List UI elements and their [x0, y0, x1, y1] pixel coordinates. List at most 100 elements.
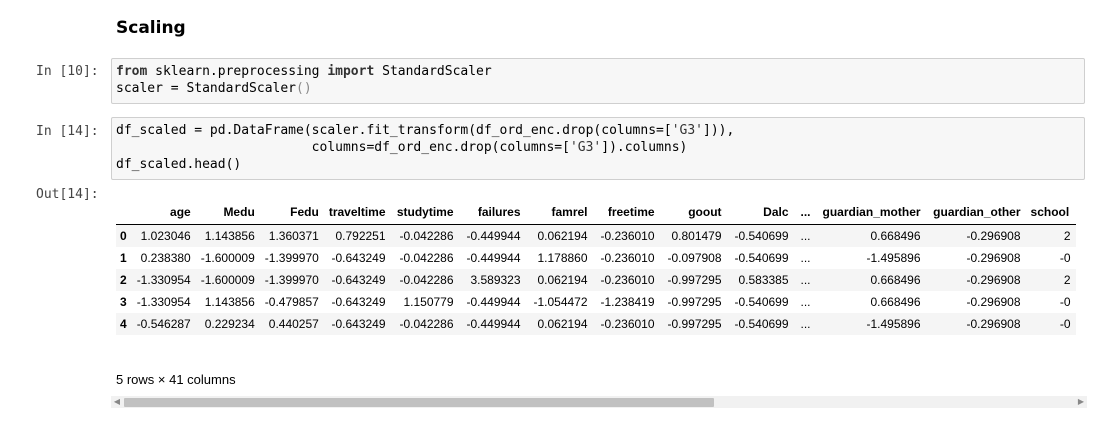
- table-cell: -1.600009: [200, 251, 255, 265]
- table-cell: 0.229234: [204, 317, 255, 331]
- column-header: failures: [458, 200, 526, 225]
- code-token: columns=df_ord_enc.drop(columns=[: [116, 140, 570, 155]
- table-cell: 2: [1063, 273, 1071, 287]
- column-header: Fedu: [259, 200, 324, 225]
- table-cell: ...: [800, 317, 811, 331]
- code-line: df_scaled = pd.DataFrame(scaler.fit_tran…: [116, 122, 1080, 139]
- code-token: scaler = StandardScaler: [116, 81, 297, 96]
- table-cell: 0.668496: [870, 229, 921, 243]
- table-row: 3 -1.330954 1.143856 -0.479857 -0.643249 1.15…: [116, 291, 1076, 313]
- table-cell: 0.801479: [671, 229, 722, 243]
- table-cell: 0.440257: [268, 317, 319, 331]
- table-cell: 1.360371: [268, 229, 319, 243]
- table-cell: -0: [1059, 251, 1071, 265]
- table-cell: -0: [1059, 295, 1071, 309]
- table-cell: -1.330954: [136, 273, 191, 287]
- table-cell: 3.589323: [470, 273, 521, 287]
- table-cell: ...: [800, 295, 811, 309]
- code-token: (): [296, 81, 312, 96]
- table-cell: ...: [800, 251, 811, 265]
- table-row: 0 1.023046 1.143856 1.360371 0.792251 -0.0422…: [116, 224, 1076, 247]
- table-cell: 1.143856: [204, 229, 255, 243]
- table-cell: -0.236010: [600, 251, 655, 265]
- code-token: ]).columns): [601, 140, 688, 155]
- table-cell: 0.238380: [140, 251, 191, 265]
- table-cell: -0.540699: [734, 229, 789, 243]
- row-index: 3: [120, 295, 127, 309]
- table-cell: -0.042286: [399, 273, 454, 287]
- code-token: 'G3': [569, 140, 602, 155]
- code-token: df_scaled.head(): [116, 157, 242, 172]
- scroll-right-arrow[interactable]: ▶: [1075, 396, 1087, 408]
- table-cell: -0.540699: [734, 317, 789, 331]
- table-cell: -0.540699: [734, 251, 789, 265]
- column-header: ...: [793, 200, 816, 225]
- table-cell: 1.143856: [204, 295, 255, 309]
- table-cell: -0.643249: [331, 273, 386, 287]
- row-index: 2: [120, 273, 127, 287]
- table-cell: -0.449944: [466, 295, 521, 309]
- scroll-thumb[interactable]: [124, 398, 714, 407]
- table-cell: -1.399970: [264, 273, 319, 287]
- table-cell: 2: [1063, 229, 1071, 243]
- index-header: [116, 200, 132, 225]
- table-row: 2 -1.330954 -1.600009 -1.399970 -0.643249 -0.…: [116, 269, 1076, 291]
- cell-prompt-2: In [14]:: [36, 124, 99, 139]
- table-cell: -1.399970: [264, 251, 319, 265]
- table-cell: -0: [1059, 317, 1071, 331]
- code-token: StandardScaler: [374, 64, 492, 79]
- dataframe-table: age Medu Fedu traveltime studytime failures fa…: [116, 200, 1076, 335]
- table-cell: ...: [800, 229, 811, 243]
- code-line: columns=df_ord_enc.drop(columns=['G3']).…: [116, 139, 1080, 156]
- code-cell-2[interactable]: df_scaled = pd.DataFrame(scaler.fit_tran…: [111, 117, 1085, 180]
- table-cell: 1.150779: [403, 295, 454, 309]
- column-header: school: [1025, 200, 1076, 225]
- row-index: 4: [120, 317, 127, 331]
- table-cell: -0.540699: [734, 295, 789, 309]
- column-header: famrel: [525, 200, 593, 225]
- table-cell: -0.042286: [399, 229, 454, 243]
- code-line: scaler = StandardScaler(): [116, 80, 1080, 97]
- row-index: 1: [120, 251, 127, 265]
- table-cell: 0.062194: [537, 273, 588, 287]
- table-cell: -0.097908: [667, 251, 722, 265]
- scroll-left-arrow[interactable]: ◀: [111, 396, 123, 408]
- table-cell: 0.668496: [870, 295, 921, 309]
- column-header: goout: [659, 200, 727, 225]
- table-cell: -0.236010: [600, 229, 655, 243]
- table-cell: ...: [800, 273, 811, 287]
- column-header: Medu: [195, 200, 260, 225]
- table-cell: -0.479857: [264, 295, 319, 309]
- dataframe-output: age Medu Fedu traveltime studytime failures fa…: [116, 200, 1088, 358]
- table-cell: -0.997295: [667, 317, 722, 331]
- table-cell: 1.178860: [537, 251, 588, 265]
- table-cell: -0.449944: [466, 229, 521, 243]
- table-cell: -1.238419: [600, 295, 655, 309]
- table-cell: -1.495896: [866, 317, 921, 331]
- code-line: df_scaled.head(): [116, 156, 1080, 173]
- table-cell: -0.296908: [966, 273, 1021, 287]
- header-row: age Medu Fedu traveltime studytime failures fa…: [116, 200, 1076, 225]
- code-token: sklearn.preprocessing: [147, 64, 328, 79]
- code-keyword: from: [116, 64, 148, 79]
- code-keyword: import: [327, 64, 375, 79]
- table-cell: -0.643249: [331, 295, 386, 309]
- table-cell: -1.054472: [533, 295, 588, 309]
- table-cell: -0.236010: [600, 273, 655, 287]
- table-cell: -0.042286: [399, 251, 454, 265]
- table-cell: 0.792251: [335, 229, 386, 243]
- horizontal-scrollbar[interactable]: ◀ ▶: [111, 396, 1087, 408]
- output-prompt: Out[14]:: [36, 187, 99, 202]
- table-cell: -0.643249: [331, 251, 386, 265]
- table-cell: 0.062194: [537, 317, 588, 331]
- code-cell-1[interactable]: from sklearn.preprocessing import Standa…: [111, 58, 1085, 104]
- code-token: ])),: [703, 123, 735, 138]
- column-header: guardian_other: [925, 200, 1026, 225]
- row-index: 0: [120, 229, 127, 243]
- table-cell: -0.296908: [966, 251, 1021, 265]
- table-cell: 0.668496: [870, 273, 921, 287]
- column-header: freetime: [592, 200, 660, 225]
- table-cell: 1.023046: [140, 229, 191, 243]
- table-cell: -1.495896: [866, 251, 921, 265]
- column-header: studytime: [390, 200, 459, 225]
